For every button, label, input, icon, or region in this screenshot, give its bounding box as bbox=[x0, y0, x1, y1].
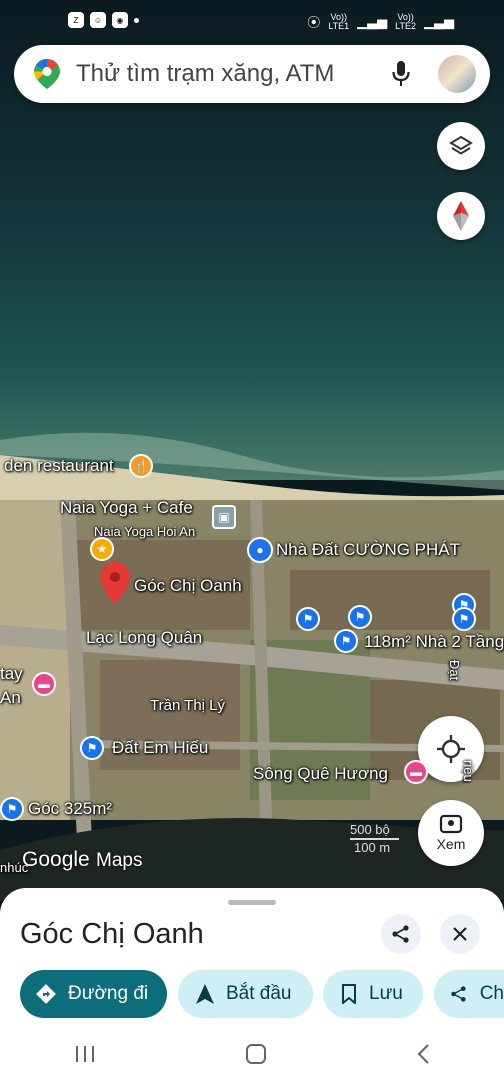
share-icon bbox=[451, 986, 466, 1002]
compass-button[interactable] bbox=[437, 192, 485, 240]
map-label[interactable]: 118m² Nhà 2 Tầng bbox=[364, 632, 504, 652]
google-logo: Google bbox=[22, 848, 90, 871]
map-label[interactable]: tay bbox=[0, 664, 23, 684]
recent-apps-icon[interactable] bbox=[74, 1044, 96, 1064]
avatar[interactable] bbox=[438, 55, 476, 93]
directions-button[interactable]: Đường đi bbox=[20, 970, 167, 1018]
face-icon: ☺ bbox=[90, 12, 106, 28]
star-poi-icon[interactable]: ★ bbox=[90, 537, 114, 561]
map-label[interactable]: Sông Quê Hương bbox=[253, 764, 388, 784]
map-label[interactable]: Góc 325m² bbox=[28, 799, 112, 819]
bookmark-icon bbox=[342, 984, 356, 1004]
crosshair-icon bbox=[437, 735, 465, 763]
map-label[interactable]: Góc Chị Oanh bbox=[134, 576, 242, 596]
map-label[interactable]: Nhà Đất CƯỜNG PHÁT bbox=[276, 540, 460, 560]
street-label: riệu bbox=[461, 760, 476, 782]
drag-handle[interactable] bbox=[228, 900, 276, 905]
share-button[interactable] bbox=[381, 914, 421, 954]
hotel-poi-icon[interactable]: ▬ bbox=[404, 760, 428, 784]
hotel-poi-icon[interactable]: ▬ bbox=[32, 672, 56, 696]
share-chip-label: Ch bbox=[479, 983, 504, 1004]
status-bar: Z ☺ ◉ ⦿ Vo)) LTE1 ▁▃▅ Vo)) LTE2 ▁▃▅ bbox=[0, 0, 504, 40]
share-chip[interactable]: Ch bbox=[434, 970, 504, 1018]
start-button[interactable]: Bắt đầu bbox=[178, 970, 313, 1018]
map-label[interactable]: Naia Yoga Hoi An bbox=[94, 524, 195, 539]
save-label: Lưu bbox=[369, 983, 403, 1004]
street-view-icon bbox=[439, 814, 463, 834]
street-view-label: Xem bbox=[436, 836, 466, 852]
back-icon[interactable] bbox=[416, 1043, 430, 1065]
compass-icon bbox=[453, 201, 469, 231]
signal-icon: ▁▃▅ bbox=[357, 13, 388, 29]
map-label[interactable]: Naia Yoga + Cafe bbox=[60, 498, 193, 518]
map-label[interactable]: An bbox=[0, 688, 21, 708]
signal-icon: ▁▃▅ bbox=[424, 13, 454, 29]
selected-place-pin-icon[interactable] bbox=[100, 562, 130, 604]
flag-poi-icon[interactable]: ⚑ bbox=[452, 607, 476, 631]
street-label: Đạt bbox=[447, 660, 462, 681]
home-icon[interactable] bbox=[245, 1043, 267, 1065]
map-scale: 500 bộ 100 m bbox=[350, 822, 399, 855]
flag-poi-icon[interactable]: ⚑ bbox=[334, 629, 358, 653]
flag-poi-icon[interactable]: ⚑ bbox=[80, 736, 104, 760]
street-label: Trần Thị Lý bbox=[150, 697, 226, 714]
search-bar[interactable]: Thử tìm trạm xăng, ATM bbox=[14, 45, 490, 103]
restaurant-poi-icon[interactable]: 🍴 bbox=[129, 454, 153, 478]
zalo-icon: Z bbox=[68, 12, 84, 28]
more-dot-icon bbox=[134, 17, 139, 23]
flag-poi-icon[interactable]: ⚑ bbox=[348, 605, 372, 629]
start-label: Bắt đầu bbox=[226, 983, 292, 1004]
map-label[interactable]: den restaurant bbox=[4, 456, 114, 476]
location-icon: ⦿ bbox=[307, 15, 321, 30]
place-title: Góc Chị Oanh bbox=[20, 918, 204, 950]
close-button[interactable] bbox=[440, 914, 480, 954]
map-label[interactable]: Đất Em Hiếu bbox=[112, 738, 208, 758]
layers-icon bbox=[449, 135, 473, 155]
share-icon bbox=[392, 925, 409, 943]
search-input[interactable]: Thử tìm trạm xăng, ATM bbox=[76, 60, 334, 88]
app-icon: ◉ bbox=[112, 12, 128, 28]
mic-icon[interactable] bbox=[392, 61, 410, 87]
street-view-button[interactable]: Xem bbox=[418, 800, 484, 866]
blue-dot-icon[interactable]: ● bbox=[247, 537, 273, 563]
sim2-indicator: Vo)) LTE2 bbox=[395, 11, 416, 31]
google-maps-pin-icon bbox=[34, 59, 60, 89]
directions-icon bbox=[36, 984, 56, 1004]
save-button[interactable]: Lưu bbox=[323, 970, 423, 1018]
image-poi-icon[interactable]: ▣ bbox=[212, 505, 236, 529]
directions-label: Đường đi bbox=[68, 983, 149, 1004]
sim1-indicator: Vo)) LTE1 bbox=[328, 11, 350, 31]
navigation-arrow-icon bbox=[196, 984, 214, 1004]
close-icon bbox=[453, 927, 467, 941]
flag-poi-icon[interactable]: ⚑ bbox=[296, 607, 320, 631]
flag-poi-icon[interactable]: ⚑ bbox=[0, 797, 24, 821]
maps-wordmark: Maps bbox=[96, 850, 143, 871]
layers-button[interactable] bbox=[437, 122, 485, 170]
system-nav-bar bbox=[0, 1028, 504, 1080]
street-label: Lạc Long Quân bbox=[86, 628, 203, 647]
